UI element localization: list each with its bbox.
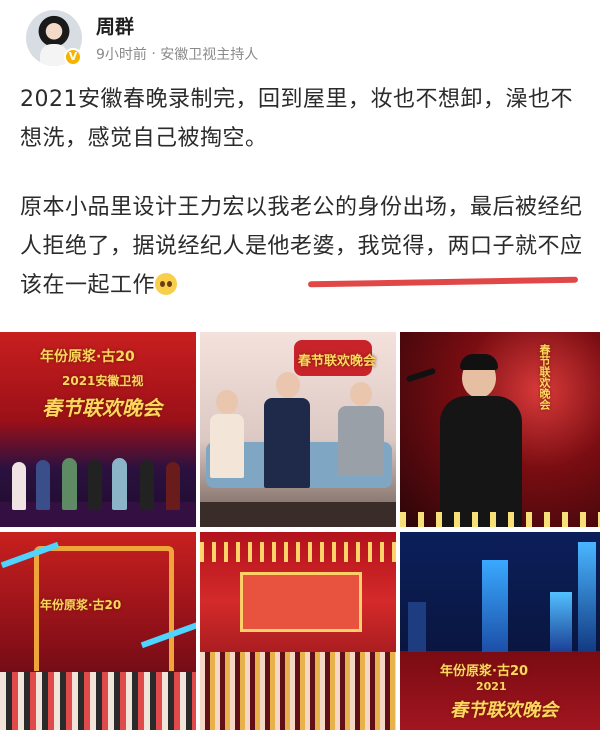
- host-right: [338, 406, 384, 476]
- photo-6[interactable]: 年份原浆·古20 2021 春节联欢晚会: [400, 532, 600, 730]
- photo-6-sponsor-text: 年份原浆·古20: [440, 664, 529, 679]
- performer: [36, 460, 50, 510]
- photo-5[interactable]: [200, 532, 396, 730]
- stage-screen: [240, 572, 362, 632]
- performer: [12, 462, 26, 510]
- post-time: 9小时前: [96, 47, 147, 63]
- verified-badge-icon: V: [64, 48, 82, 66]
- photo-4[interactable]: 年份原浆·古20: [0, 532, 196, 730]
- skyscraper: [578, 542, 596, 652]
- highlighted-text: 据说经纪人是他老婆，: [132, 234, 358, 259]
- photo-1-year-text: 2021安徽卫视: [62, 374, 144, 388]
- author-name[interactable]: 周群: [96, 12, 134, 39]
- skyscraper: [482, 560, 508, 652]
- author-source: 安徽卫视主持人: [160, 47, 259, 63]
- microphone: [405, 367, 437, 383]
- photo-4-sponsor-text: 年份原浆·古20: [40, 598, 122, 612]
- photo-2-logo-text: 春节联欢晚会: [298, 354, 377, 369]
- host-head: [350, 382, 372, 406]
- floor: [200, 502, 396, 527]
- ceiling-lights: [200, 542, 396, 562]
- audience: [200, 652, 396, 730]
- photo-1-sponsor-text: 年份原浆·古20: [40, 349, 135, 365]
- image-grid: 年份原浆·古20 2021安徽卫视 春节联欢晚会 春节联欢晚会 春节联欢晚会 年…: [0, 332, 600, 730]
- host-left: [210, 414, 244, 478]
- host-head: [276, 372, 300, 398]
- post-meta: 9小时前 · 安徽卫视主持人: [96, 44, 258, 64]
- photo-3[interactable]: 春节联欢晚会: [400, 332, 600, 527]
- performer: [166, 462, 180, 510]
- singer-hair: [460, 354, 498, 370]
- performer: [88, 460, 102, 510]
- pleading-face-icon: [155, 273, 178, 295]
- post-body: 2021安徽春晚录制完，回到屋里，妆也不想卸，澡也不想洗，感觉自己被掏空。 原本…: [20, 80, 590, 305]
- post-paragraph-1: 2021安徽春晚录制完，回到屋里，妆也不想卸，澡也不想洗，感觉自己被掏空。: [20, 87, 573, 151]
- singer-body: [440, 396, 522, 527]
- stage-lights: [400, 512, 600, 527]
- performer: [62, 458, 77, 510]
- crowd: [0, 672, 196, 730]
- host-center: [264, 398, 310, 488]
- skyscraper: [550, 592, 572, 652]
- meta-separator: ·: [151, 46, 156, 62]
- post-header: V 周群 9小时前 · 安徽卫视主持人: [0, 0, 600, 80]
- photo-2[interactable]: 春节联欢晚会: [200, 332, 396, 527]
- performer: [112, 458, 127, 510]
- photo-6-year-text: 2021: [476, 680, 507, 693]
- photo-1-title-text: 春节联欢晚会: [42, 396, 162, 420]
- post-paragraph-2: 原本小品里设计王力宏以我老公的身份出场，最后被经纪人拒绝了，据说经纪人是他老婆，…: [20, 188, 590, 305]
- host-head: [216, 390, 238, 414]
- photo-1[interactable]: 年份原浆·古20 2021安徽卫视 春节联欢晚会: [0, 332, 196, 527]
- performer: [140, 460, 154, 510]
- photo-3-logo-text: 春节联欢晚会: [538, 344, 551, 410]
- skyscraper: [408, 602, 426, 652]
- photo-6-title-text: 春节联欢晚会: [450, 700, 558, 721]
